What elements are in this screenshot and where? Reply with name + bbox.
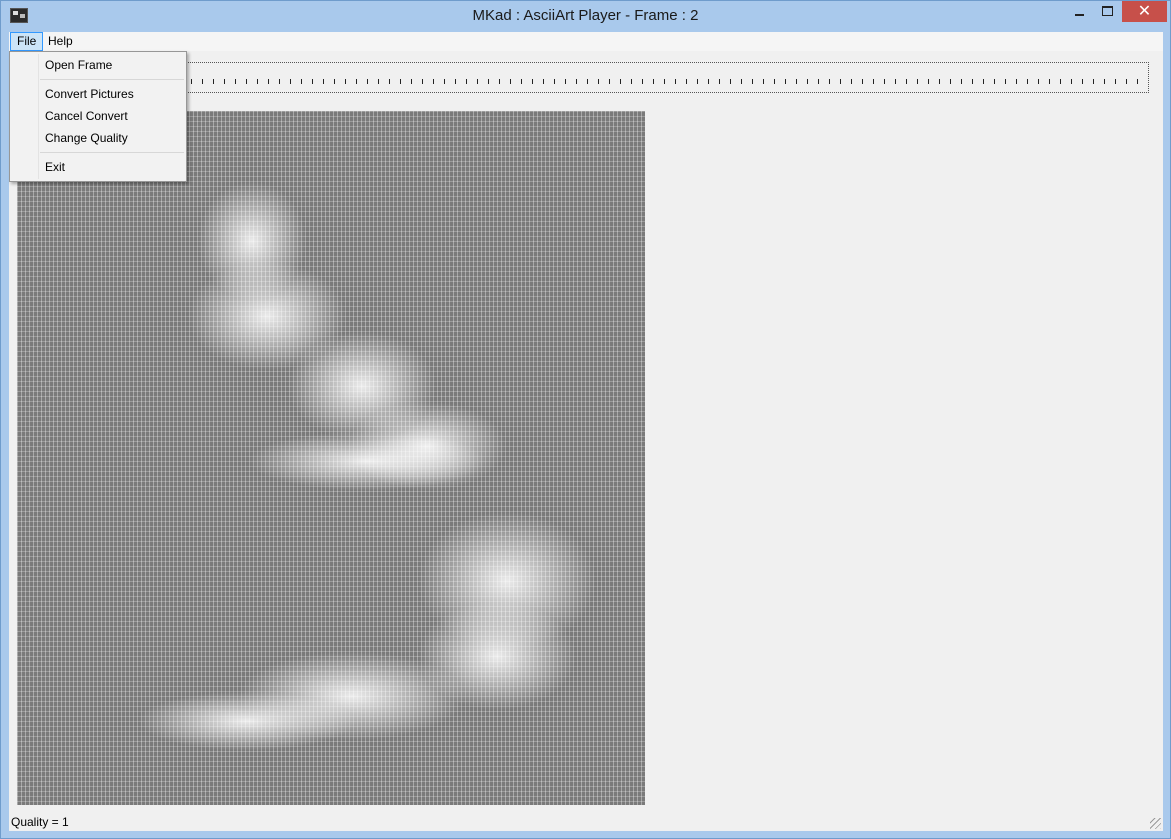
menu-separator <box>40 152 184 153</box>
status-quality: Quality = 1 <box>11 815 69 829</box>
close-button[interactable]: ✕ <box>1122 1 1167 22</box>
menu-item-change-quality[interactable]: Change Quality <box>12 127 184 149</box>
minimize-icon <box>1075 14 1084 16</box>
menu-item-cancel-convert[interactable]: Cancel Convert <box>12 105 184 127</box>
maximize-button[interactable] <box>1093 1 1121 22</box>
menu-item-exit[interactable]: Exit <box>12 156 184 178</box>
trackbar-ticks <box>191 79 1142 84</box>
minimize-button[interactable] <box>1065 1 1095 22</box>
menu-item-open-frame[interactable]: Open Frame <box>12 54 184 76</box>
menu-item-convert-pictures[interactable]: Convert Pictures <box>12 83 184 105</box>
menu-file[interactable]: File <box>10 32 44 51</box>
ascii-art-display <box>17 111 645 805</box>
menu-bar: File Help <box>9 32 1163 51</box>
maximize-icon <box>1102 6 1113 16</box>
resize-grip-icon[interactable] <box>1150 818 1161 829</box>
app-window: MKad : AsciiArt Player - Frame : 2 ✕ Fil… <box>0 0 1171 839</box>
close-icon: ✕ <box>1137 3 1152 20</box>
file-menu-dropdown: Open Frame Convert Pictures Cancel Conve… <box>9 51 187 182</box>
menu-separator <box>40 79 184 80</box>
menu-help[interactable]: Help <box>42 32 79 51</box>
title-bar[interactable]: MKad : AsciiArt Player - Frame : 2 ✕ <box>1 1 1170 31</box>
frame-trackbar[interactable] <box>184 62 1149 93</box>
status-bar: Quality = 1 <box>9 814 1163 831</box>
window-title: MKad : AsciiArt Player - Frame : 2 <box>472 7 699 24</box>
